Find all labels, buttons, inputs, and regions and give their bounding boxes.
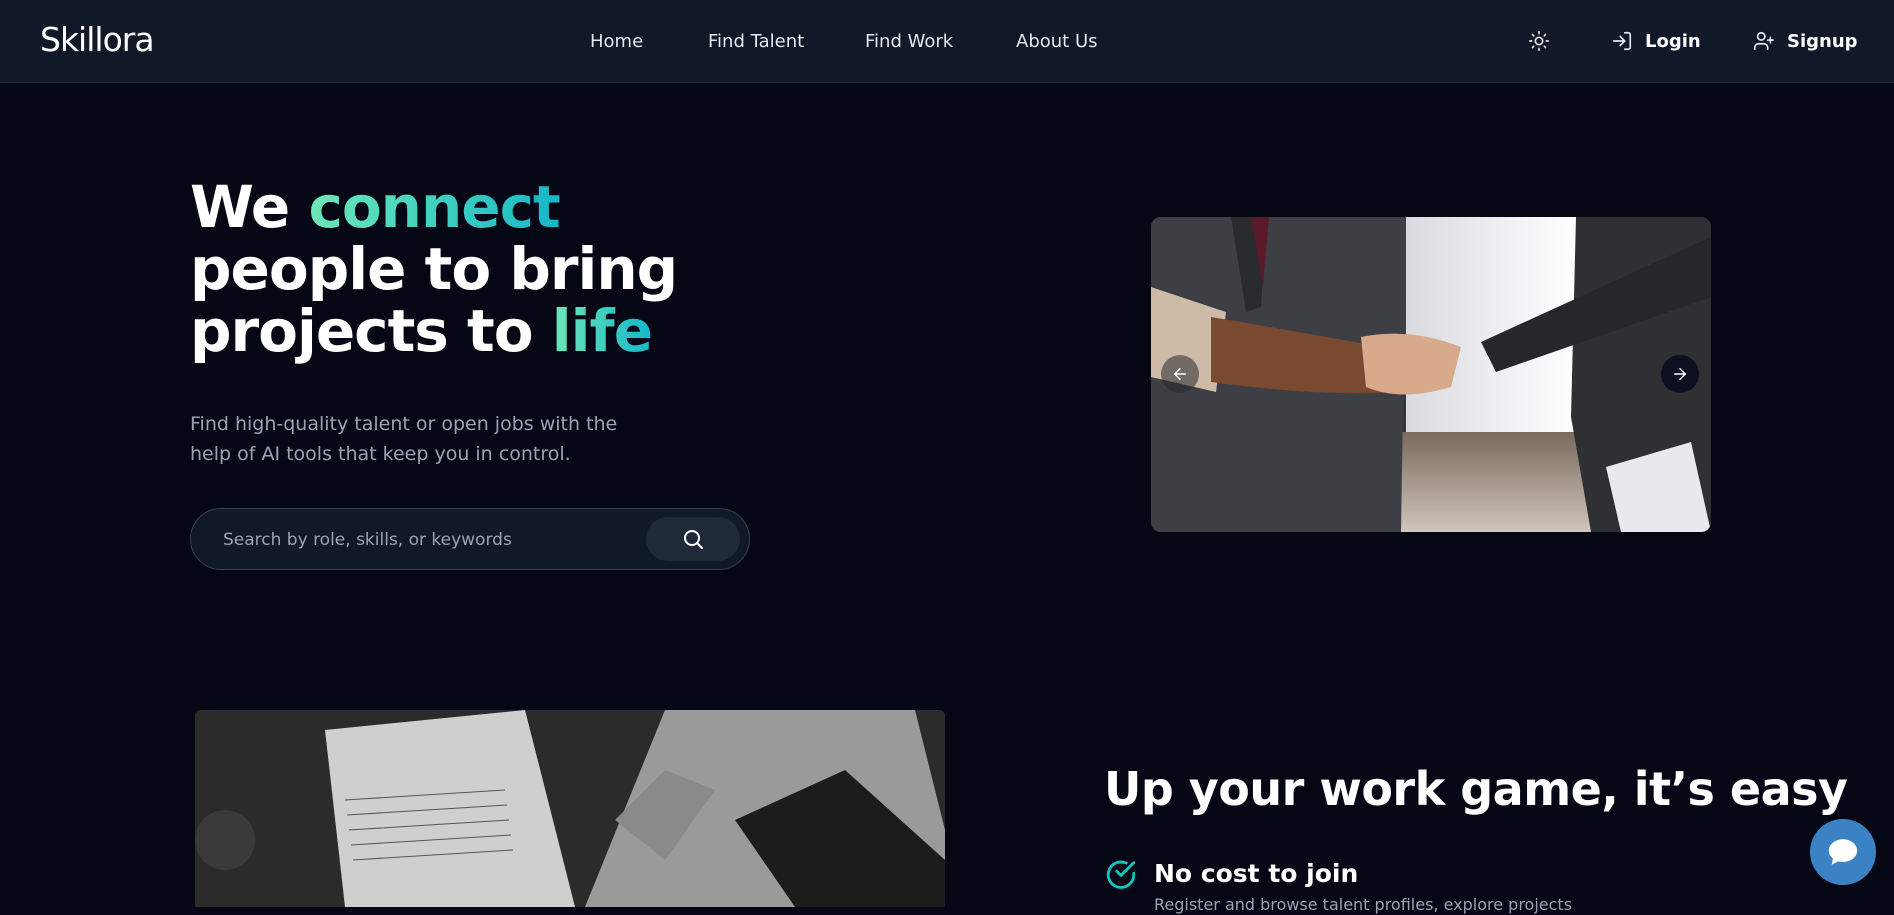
user-plus-icon — [1754, 31, 1774, 51]
handshake-photo — [1151, 217, 1711, 532]
search-icon — [684, 530, 703, 549]
hero-heading-part2: people to bring — [190, 235, 678, 303]
feature-title: No cost to join — [1154, 859, 1359, 888]
login-label: Login — [1645, 30, 1701, 52]
check-circle-icon — [1106, 860, 1136, 889]
carousel-next-button[interactable] — [1661, 355, 1699, 393]
arrow-left-icon — [1174, 368, 1186, 380]
login-icon — [1612, 31, 1632, 51]
search-button[interactable] — [646, 517, 740, 561]
chat-support-button[interactable] — [1810, 819, 1876, 885]
nav-link-find-talent[interactable]: Find Talent — [708, 31, 804, 52]
hero-image-carousel — [1151, 217, 1711, 532]
arrow-right-icon — [1674, 368, 1686, 380]
laptop-documents-illustration — [195, 710, 945, 907]
brand-logo[interactable]: Skillora — [40, 20, 155, 59]
hero-heading-highlight-connect: connect — [308, 173, 560, 241]
hero-heading-part1: We — [190, 173, 309, 241]
sun-icon — [1529, 31, 1549, 51]
laptop-documents-photo — [195, 710, 945, 907]
theme-toggle-button[interactable] — [1528, 30, 1550, 52]
nav-link-find-work[interactable]: Find Work — [865, 31, 953, 52]
hero-search-bar — [190, 508, 750, 570]
top-navbar: Skillora Home Find Talent Find Work Abou… — [0, 0, 1894, 83]
hero-heading-highlight-life: life — [551, 297, 653, 365]
feature-description: Register and browse talent profiles, exp… — [1154, 895, 1573, 914]
carousel-prev-button[interactable] — [1161, 355, 1199, 393]
hero-heading-part3: projects to — [190, 297, 552, 365]
feature-item: No cost to join Register and browse tale… — [1104, 855, 1604, 915]
signup-label: Signup — [1787, 30, 1858, 52]
login-button[interactable]: Login — [1611, 28, 1701, 54]
chat-bubble-icon — [1828, 839, 1858, 865]
features-heading: Up your work game, it’s easy — [1104, 762, 1848, 816]
signup-button[interactable]: Signup — [1753, 28, 1858, 54]
nav-link-home[interactable]: Home — [590, 31, 643, 52]
hero-heading: We connect people to bring projects to l… — [190, 173, 678, 365]
hero-subtitle: Find high-quality talent or open jobs wi… — [190, 413, 618, 465]
nav-link-about-us[interactable]: About Us — [1016, 31, 1098, 52]
search-input[interactable] — [221, 523, 625, 557]
